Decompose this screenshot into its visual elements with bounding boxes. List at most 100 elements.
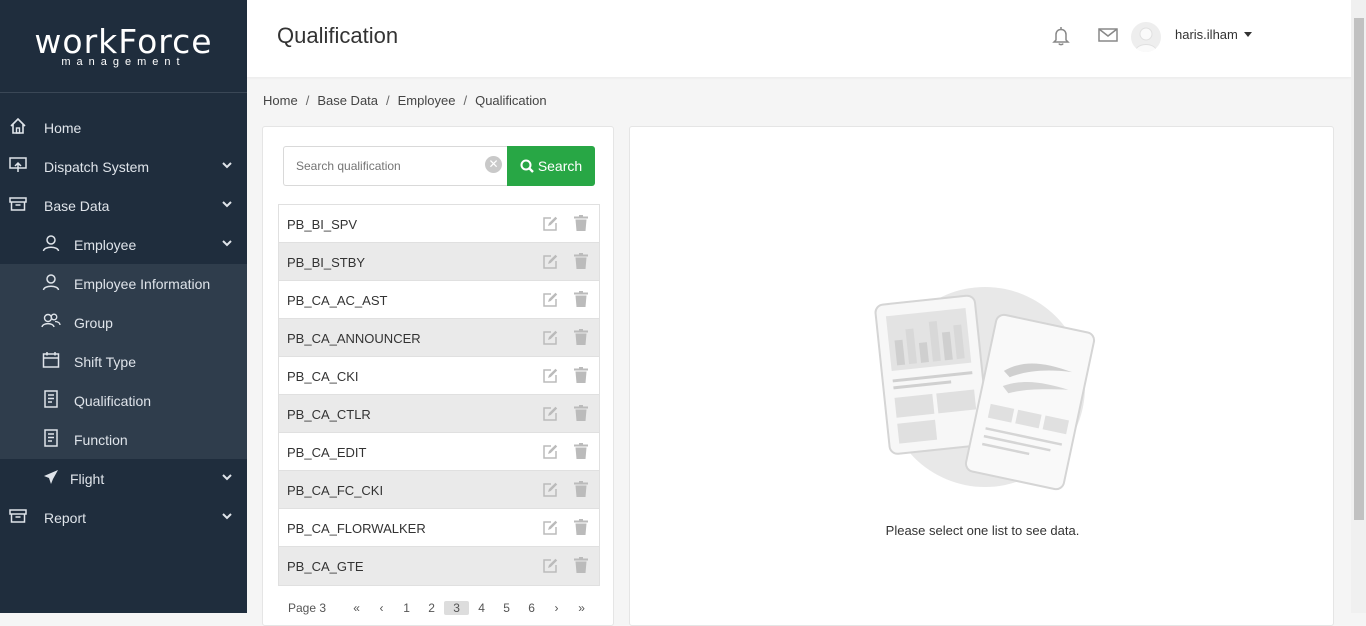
empty-state-illustration: [874, 287, 1096, 491]
archive-icon: [8, 194, 28, 214]
qualification-list: PB_BI_SPV PB_BI_STBY PB_CA_AC_AST PB_CA_ANN…: [278, 204, 600, 586]
edit-icon[interactable]: [542, 444, 558, 463]
scrollbar-thumb[interactable]: [1354, 18, 1364, 520]
caret-down-icon[interactable]: [1244, 32, 1252, 37]
qualification-name: PB_CA_AC_AST: [287, 293, 388, 308]
qualification-name: PB_BI_SPV: [287, 217, 358, 232]
sidebar-item-shift-type[interactable]: Shift Type: [0, 342, 247, 381]
sidebar-item-label: Dispatch System: [44, 159, 150, 175]
list-item[interactable]: PB_BI_STBY: [279, 243, 599, 281]
edit-icon[interactable]: [542, 406, 558, 425]
edit-icon[interactable]: [542, 254, 558, 273]
sidebar-nav: Home Dispatch System Base Data Employee …: [0, 108, 247, 537]
page-title: Qualification: [277, 23, 399, 48]
edit-icon[interactable]: [542, 482, 558, 501]
qualification-name: PB_BI_STBY: [287, 255, 366, 270]
sidebar-item-flight[interactable]: Flight: [0, 459, 247, 498]
qualification-name: PB_CA_GTE: [287, 559, 364, 574]
search-input[interactable]: [296, 159, 476, 173]
qualification-name: PB_CA_ANNOUNCER: [287, 331, 421, 346]
qualification-name: PB_CA_EDIT: [287, 445, 367, 460]
sidebar-item-label: Base Data: [44, 198, 110, 214]
archive-icon: [8, 506, 28, 526]
list-item[interactable]: PB_CA_ANNOUNCER: [279, 319, 599, 357]
list-item[interactable]: PB_CA_CKI: [279, 357, 599, 395]
user-icon: [41, 272, 61, 292]
document-icon: [41, 428, 61, 448]
mail-icon[interactable]: [1098, 27, 1118, 48]
edit-icon[interactable]: [542, 368, 558, 387]
sidebar-item-function[interactable]: Function: [0, 420, 247, 459]
sidebar-item-qualification[interactable]: Qualification: [0, 381, 247, 420]
sidebar-item-report[interactable]: Report: [0, 498, 247, 537]
trash-icon[interactable]: [574, 405, 588, 424]
qualification-name: PB_CA_CKI: [287, 369, 359, 384]
sidebar-item-base-data[interactable]: Base Data: [0, 186, 247, 225]
edit-icon[interactable]: [542, 558, 558, 577]
list-item[interactable]: PB_CA_EDIT: [279, 433, 599, 471]
sidebar-item-label: Employee Information: [74, 276, 211, 292]
edit-icon[interactable]: [542, 330, 558, 349]
breadcrumb-separator: /: [386, 93, 390, 108]
sidebar-item-label: Group: [74, 315, 113, 331]
page-scrollbar[interactable]: [1351, 0, 1366, 613]
trash-icon[interactable]: [574, 443, 588, 462]
trash-icon[interactable]: [574, 519, 588, 538]
list-item[interactable]: PB_CA_GTE: [279, 547, 599, 585]
group-icon: [41, 311, 61, 331]
trash-icon[interactable]: [574, 253, 588, 272]
qualification-name: PB_CA_CTLR: [287, 407, 371, 422]
username[interactable]: haris.ilham: [1175, 27, 1238, 42]
user-icon: [41, 233, 61, 253]
list-item[interactable]: PB_CA_FLORWALKER: [279, 509, 599, 547]
qualification-list-panel: ✕ Search PB_BI_SPV PB_BI_STBY PB_CA_AC_AST…: [262, 126, 614, 626]
trash-icon[interactable]: [574, 291, 588, 310]
trash-icon[interactable]: [574, 481, 588, 500]
search-button[interactable]: Search: [507, 146, 595, 186]
clear-icon[interactable]: ✕: [485, 156, 502, 173]
brand-name: workForce: [34, 21, 213, 61]
search-icon: [520, 159, 534, 173]
trash-icon[interactable]: [574, 329, 588, 348]
list-item[interactable]: PB_CA_AC_AST: [279, 281, 599, 319]
employee-submenu: Employee Information Group Shift Type Qu…: [0, 264, 247, 459]
edit-icon[interactable]: [542, 520, 558, 539]
list-item[interactable]: PB_BI_SPV: [279, 205, 599, 243]
breadcrumb-separator: /: [305, 93, 310, 108]
bell-icon[interactable]: [1052, 26, 1070, 51]
sidebar-item-label: Function: [74, 432, 128, 448]
breadcrumb-base-data[interactable]: Base Data: [317, 93, 378, 108]
brand-logo[interactable]: workForce management: [0, 0, 247, 93]
trash-icon[interactable]: [574, 557, 588, 576]
calendar-icon: [41, 350, 61, 370]
breadcrumb-home[interactable]: Home: [263, 93, 298, 108]
avatar[interactable]: [1131, 22, 1161, 52]
sidebar-item-employee[interactable]: Employee: [0, 225, 247, 264]
sidebar-item-label: Flight: [70, 471, 105, 487]
edit-icon[interactable]: [542, 216, 558, 235]
chevron-down-icon: [221, 509, 233, 521]
chevron-down-icon: [221, 197, 233, 209]
qualification-name: PB_CA_FLORWALKER: [287, 521, 426, 536]
document-icon: [41, 389, 61, 409]
brand-tagline: management: [61, 55, 186, 68]
sidebar-item-dispatch-system[interactable]: Dispatch System: [0, 147, 247, 186]
sidebar-item-employee-information[interactable]: Employee Information: [0, 264, 247, 303]
sidebar: workForce management Home Dispatch Syste…: [0, 0, 247, 613]
plane-icon: [41, 467, 61, 487]
home-icon: [8, 116, 28, 136]
breadcrumb-employee[interactable]: Employee: [398, 93, 456, 108]
dispatch-icon: [8, 155, 28, 175]
sidebar-item-home[interactable]: Home: [0, 108, 247, 147]
sidebar-item-label: Home: [44, 120, 82, 136]
chevron-down-icon: [221, 158, 233, 170]
trash-icon[interactable]: [574, 215, 588, 234]
list-item[interactable]: PB_CA_CTLR: [279, 395, 599, 433]
list-item[interactable]: PB_CA_FC_CKI: [279, 471, 599, 509]
empty-state-message: Please select one list to see data.: [885, 523, 1080, 538]
sidebar-item-group[interactable]: Group: [0, 303, 247, 342]
breadcrumb: Home / Base Data / Employee / Qualification: [263, 93, 547, 108]
trash-icon[interactable]: [574, 367, 588, 386]
qualification-name: PB_CA_FC_CKI: [287, 483, 384, 498]
edit-icon[interactable]: [542, 292, 558, 311]
